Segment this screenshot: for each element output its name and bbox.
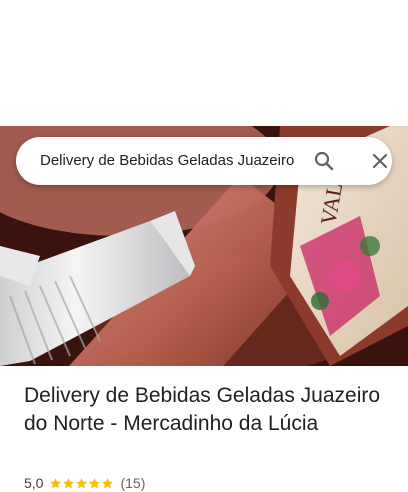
rating-value: 5,0 xyxy=(24,475,44,491)
close-icon xyxy=(372,153,388,169)
search-bar[interactable]: Delivery de Bebidas Geladas Juazeiro xyxy=(16,137,392,185)
star-icon xyxy=(102,477,114,488)
clear-search-button[interactable] xyxy=(362,143,398,179)
star-icon xyxy=(50,477,62,488)
star-icon xyxy=(63,477,75,488)
search-button[interactable] xyxy=(306,143,342,179)
search-icon xyxy=(314,151,334,171)
place-title: Delivery de Bebidas Geladas Juazeiro do … xyxy=(24,384,381,435)
review-count[interactable]: (15) xyxy=(120,475,145,491)
rating-row[interactable]: 5,0 (15) xyxy=(24,474,145,492)
star-rating xyxy=(49,477,114,490)
star-icon xyxy=(76,477,88,488)
search-input[interactable]: Delivery de Bebidas Geladas Juazeiro xyxy=(40,137,304,185)
star-icon xyxy=(89,477,101,488)
map-top-area xyxy=(0,0,408,126)
